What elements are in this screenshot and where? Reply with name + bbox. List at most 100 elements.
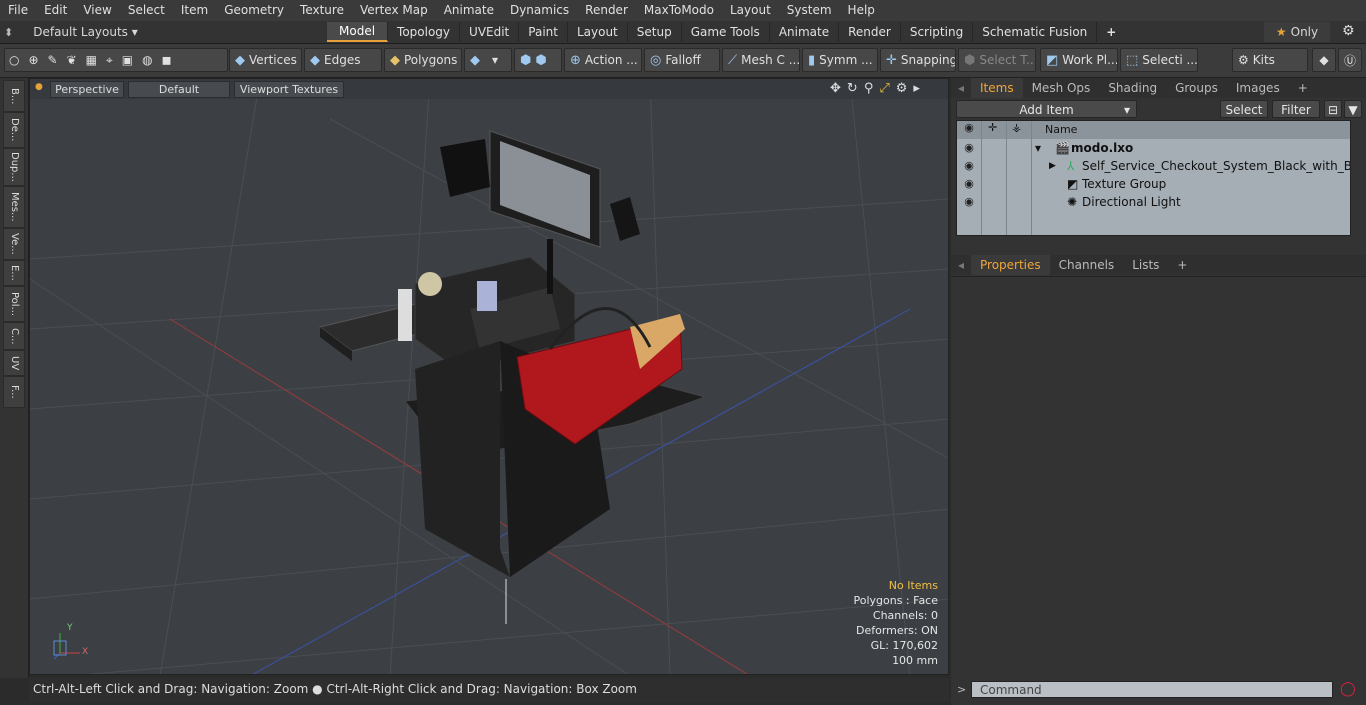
menu-layout[interactable]: Layout [722, 0, 779, 21]
viewport-gear-icon[interactable]: ⚙ [896, 81, 908, 96]
tab-scripting[interactable]: Scripting [901, 22, 974, 42]
tab-properties[interactable]: Properties [971, 255, 1050, 275]
tab-layout[interactable]: Layout [568, 22, 628, 42]
funnel-icon[interactable]: ▼ [1344, 100, 1362, 118]
tab-animate[interactable]: Animate [770, 22, 840, 42]
name-column-header[interactable]: Name [1045, 123, 1077, 136]
tab-lists[interactable]: Lists [1123, 255, 1168, 275]
strip-tab-edge[interactable]: E... [3, 260, 25, 286]
unreal-button[interactable]: Ⓤ [1338, 48, 1362, 72]
shading-dropdown[interactable]: Default [128, 81, 230, 98]
grid-icon[interactable]: ▦ [86, 53, 97, 67]
add-item-button[interactable]: Add Item ▾ [956, 100, 1137, 118]
list-item[interactable]: ◉ ✺ Directional Light [957, 193, 1350, 211]
menu-dynamics[interactable]: Dynamics [502, 0, 577, 21]
mesh-constraints-button[interactable]: ⟋ Mesh C ... [722, 48, 800, 72]
filter-button[interactable]: Filter [1272, 100, 1320, 118]
menu-help[interactable]: Help [840, 0, 883, 21]
tab-items[interactable]: Items [971, 78, 1023, 98]
center-icon[interactable]: ⌖ [106, 53, 113, 68]
menu-render[interactable]: Render [577, 0, 636, 21]
strip-tab-fusion[interactable]: F... [3, 376, 25, 408]
tab-setup[interactable]: Setup [628, 22, 682, 42]
eye-icon[interactable]: ◉ [960, 193, 978, 211]
panel-menu-icon[interactable]: ◂ [951, 81, 971, 95]
tab-model[interactable]: Model [327, 22, 389, 42]
only-toggle[interactable]: ★ Only [1264, 22, 1330, 42]
tab-channels[interactable]: Channels [1050, 255, 1124, 275]
collapse-arrow-icon[interactable]: ▾ [1035, 139, 1041, 157]
symmetry-button[interactable]: ▮ Symm ... [802, 48, 878, 72]
eye-icon[interactable]: ◉ [960, 157, 978, 175]
menu-geometry[interactable]: Geometry [216, 0, 292, 21]
properties-menu-icon[interactable]: ◂ [951, 258, 971, 272]
list-item[interactable]: ◉ ▾ 🎬 modo.lxo [957, 139, 1350, 157]
strip-tab-polygon[interactable]: Pol... [3, 286, 25, 322]
list-item[interactable]: ◉ ▶ ⅄ Self_Service_Checkout_System_Black… [957, 157, 1350, 175]
command-input[interactable]: Command [971, 681, 1333, 698]
collapse-icon[interactable]: ⊟ [1324, 100, 1342, 118]
menu-edit[interactable]: Edit [36, 0, 75, 21]
select-through-button[interactable]: ⬢ Select T... [958, 48, 1036, 72]
edges-button[interactable]: ◆ Edges [304, 48, 382, 72]
menu-texture[interactable]: Texture [292, 0, 352, 21]
item-mode-dropdown[interactable]: ◆ ▾ [464, 48, 512, 72]
frame-icon[interactable]: ▣ [122, 53, 133, 67]
tab-mesh-ops[interactable]: Mesh Ops [1023, 78, 1100, 98]
fit-icon[interactable]: ⤢ [879, 81, 889, 96]
sphere-icon[interactable]: ◍ [142, 53, 152, 67]
lasso-icon[interactable]: ❦ [67, 53, 77, 67]
unity-button[interactable]: ◆ [1312, 48, 1336, 72]
tab-game-tools[interactable]: Game Tools [682, 22, 770, 42]
cube-icon[interactable]: ◼ [162, 53, 172, 67]
viewport-textures-dropdown[interactable]: Viewport Textures [234, 81, 344, 98]
kits-button[interactable]: ⚙ Kits [1232, 48, 1308, 72]
vertices-button[interactable]: ◆ Vertices [229, 48, 302, 72]
menu-item[interactable]: Item [173, 0, 216, 21]
strip-tab-basic[interactable]: B... [3, 80, 25, 112]
menu-view[interactable]: View [75, 0, 119, 21]
zoom-icon[interactable]: ⚲ [864, 81, 874, 96]
layout-selector[interactable]: ⬍ Default Layouts ▾ [4, 21, 138, 43]
strip-tab-curve[interactable]: C... [3, 322, 25, 350]
tab-uvedit[interactable]: UVEdit [460, 22, 520, 42]
polygons-button[interactable]: ◆ Polygons [384, 48, 462, 72]
tab-images[interactable]: Images [1227, 78, 1289, 98]
expand-arrow-icon[interactable]: ▶ [1049, 157, 1056, 175]
add-panel-tab-button[interactable]: + [1289, 78, 1317, 98]
menu-file[interactable]: File [0, 0, 36, 21]
strip-tab-deform[interactable]: De... [3, 112, 25, 148]
viewport-expand-icon[interactable]: ▸ [913, 81, 920, 96]
tab-shading[interactable]: Shading [1099, 78, 1166, 98]
pen-icon[interactable]: ✎ [48, 53, 58, 67]
symmetry-tools-group[interactable]: ⬢ ⬢ [514, 48, 562, 72]
eye-icon[interactable]: ◉ [960, 139, 978, 157]
rotate-icon[interactable]: ↻ [847, 81, 858, 96]
eye-icon[interactable]: ◉ [960, 175, 978, 193]
strip-tab-mesh-edit[interactable]: Mes... [3, 186, 25, 228]
tab-render[interactable]: Render [839, 22, 901, 42]
menu-maxtomodo[interactable]: MaxToModo [636, 0, 722, 21]
add-properties-tab-button[interactable]: + [1168, 255, 1196, 275]
tab-schematic-fusion[interactable]: Schematic Fusion [973, 22, 1098, 42]
tab-groups[interactable]: Groups [1166, 78, 1227, 98]
globe-icon[interactable]: ⊕ [28, 53, 38, 67]
viewport-menu-icon[interactable]: ● [35, 82, 43, 92]
select-button[interactable]: Select [1220, 100, 1268, 118]
action-center-button[interactable]: ⊕ Action ... [564, 48, 642, 72]
tab-paint[interactable]: Paint [519, 22, 568, 42]
selection-sets-button[interactable]: ⬚ Selecti ... [1120, 48, 1198, 72]
strip-tab-vertex[interactable]: Ve... [3, 228, 25, 260]
add-tab-button[interactable]: + [1097, 22, 1125, 42]
snapping-button[interactable]: ✛ Snapping [880, 48, 956, 72]
strip-tab-duplicate[interactable]: Dup... [3, 148, 25, 186]
settings-gear-icon[interactable]: ⚙ [1342, 23, 1355, 39]
falloff-button[interactable]: ◎ Falloff [644, 48, 720, 72]
menu-system[interactable]: System [779, 0, 840, 21]
work-plane-button[interactable]: ◩ Work Pl... [1040, 48, 1118, 72]
3d-viewport[interactable]: ● Perspective Default Viewport Textures … [29, 78, 949, 675]
circle-select-icon[interactable]: ○ [9, 53, 19, 67]
strip-tab-uv[interactable]: UV [3, 350, 25, 376]
record-icon[interactable]: ◯ [1340, 681, 1356, 697]
menu-animate[interactable]: Animate [436, 0, 502, 21]
